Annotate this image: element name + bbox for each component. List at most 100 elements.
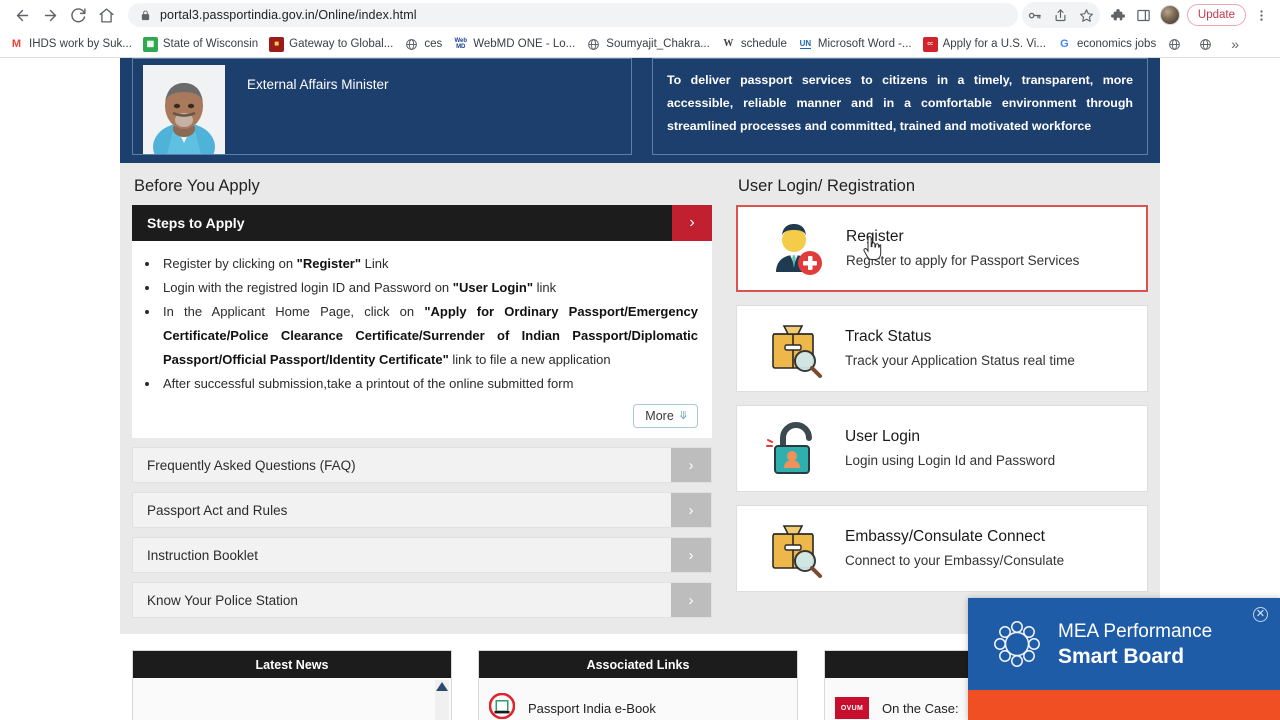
news-scrollbar[interactable] [435, 680, 449, 720]
site-lock-icon [140, 9, 151, 21]
globe-icon [586, 37, 601, 52]
browser-toolbar: portal3.passportindia.gov.in/Online/inde… [0, 0, 1280, 30]
close-circle-icon[interactable]: ✕ [1253, 607, 1268, 622]
bookmark-label: State of Wisconsin [162, 38, 259, 50]
login-card-subtitle: Login using Login Id and Password [845, 453, 1056, 468]
bookmark-item[interactable]: M IHDS work by Suk... [9, 33, 132, 55]
bookmark-item[interactable]: Web MD WebMD ONE - Lo... [453, 33, 575, 55]
minister-photo [143, 65, 225, 154]
mea-overlay-line1: MEA Performance [1058, 620, 1213, 642]
bookmark-label: schedule [740, 38, 787, 50]
package-magnifier-icon [753, 516, 839, 582]
bookmark-item[interactable]: ■ Gateway to Global... [269, 33, 393, 55]
login-card-subtitle: Connect to your Embassy/Consulate [845, 553, 1065, 568]
steps-to-apply-panel: Steps to Apply › Register by clicking on… [132, 205, 712, 438]
google-icon: G [1060, 37, 1069, 50]
bookmark-item[interactable]: Wschedule [721, 33, 787, 55]
case-study-label: On the Case: [882, 700, 959, 716]
kebab-menu-icon[interactable] [1248, 2, 1274, 28]
accordion-label: Frequently Asked Questions (FAQ) [147, 457, 356, 473]
steps-to-apply-label: Steps to Apply [147, 215, 245, 231]
bookmark-label: Apply for a U.S. Vi... [942, 38, 1046, 50]
before-you-apply-title: Before You Apply [134, 177, 260, 195]
login-card-list: Register Register to apply for Passport S… [736, 205, 1148, 592]
side-panel-icon[interactable] [1131, 2, 1157, 28]
chevron-right-icon[interactable]: › [671, 583, 711, 617]
chevron-right-icon[interactable]: › [672, 205, 712, 241]
back-button[interactable] [8, 1, 36, 29]
bookmark-item[interactable]: ▦ State of Wisconsin [142, 33, 259, 55]
profile-avatar[interactable] [1159, 5, 1180, 25]
globe-icon [404, 37, 419, 52]
share-icon[interactable] [1048, 2, 1074, 28]
accordion-row[interactable]: Frequently Asked Questions (FAQ) › [132, 447, 712, 483]
rosette-logo-icon [988, 615, 1046, 673]
bookmark-item[interactable]: Soumyajit_Chakra... [586, 33, 710, 55]
un-icon: UN [799, 38, 812, 49]
accordion-label: Know Your Police Station [147, 592, 298, 608]
bookmark-item[interactable] [1198, 33, 1218, 55]
mea-overlay-banner: MEA Performance Smart Board ✕ [968, 598, 1280, 690]
associated-links-heading: Associated Links [479, 651, 797, 678]
bookmark-item[interactable]: Geconomics jobs [1057, 33, 1156, 55]
extensions-puzzle-icon[interactable] [1105, 2, 1131, 28]
chevron-right-icon[interactable]: › [671, 448, 711, 482]
login-card-text: User Login Login using Login Id and Passw… [839, 425, 1131, 472]
accordion-row[interactable]: Passport Act and Rules › [132, 492, 712, 528]
mea-overlay-orange-strip [968, 690, 1280, 720]
steps-to-apply-header: Steps to Apply › [132, 205, 712, 241]
login-card-track-status[interactable]: Track Status Track your Application Statu… [736, 305, 1148, 392]
globe-icon [1167, 37, 1182, 52]
wikipedia-icon: W [723, 38, 734, 49]
accordion-row[interactable]: Know Your Police Station › [132, 582, 712, 618]
login-card-embassy-consulate-connect[interactable]: Embassy/Consulate Connect Connect to your… [736, 505, 1148, 592]
step-item: Login with the registred login ID and Pa… [160, 276, 698, 300]
login-card-register[interactable]: Register Register to apply for Passport S… [736, 205, 1148, 292]
address-bar[interactable]: portal3.passportindia.gov.in/Online/inde… [128, 3, 1018, 27]
chevron-right-icon[interactable]: › [671, 538, 711, 572]
home-button[interactable] [92, 1, 120, 29]
user-login-title: User Login/ Registration [738, 177, 916, 195]
bookmark-label: ces [424, 38, 443, 50]
steps-to-apply-body: Register by clicking on "Register" LinkL… [132, 241, 712, 402]
bookmark-label: economics jobs [1076, 38, 1157, 50]
scroll-up-arrow-icon[interactable] [436, 682, 448, 691]
accordion-label: Passport Act and Rules [147, 502, 288, 518]
bookmark-item[interactable]: ces [404, 33, 442, 55]
case-study-item[interactable]: OVUM On the Case: [835, 697, 959, 719]
associated-links-body: Passport India e-Book [479, 678, 797, 720]
update-button[interactable]: Update [1186, 4, 1246, 26]
reload-button[interactable] [64, 1, 92, 29]
step-item: After successful submission,take a print… [160, 372, 698, 396]
webmd-icon: Web MD [454, 38, 468, 50]
login-card-title: Register [846, 228, 904, 245]
associated-link-item[interactable]: Passport India e-Book [488, 692, 656, 720]
bookmark-label: Gateway to Global... [289, 38, 394, 50]
bookmark-item[interactable] [1167, 33, 1187, 55]
more-label: More [645, 409, 674, 423]
bookmark-star-icon[interactable] [1074, 2, 1100, 28]
mea-smart-board-overlay[interactable]: MEA Performance Smart Board ✕ [968, 598, 1280, 720]
bookmarks-overflow-icon[interactable]: » [1231, 36, 1239, 52]
bookmark-label: WebMD ONE - Lo... [473, 38, 576, 50]
bookmark-item[interactable]: cc Apply for a U.S. Vi... [922, 33, 1046, 55]
gmail-icon: M [11, 37, 22, 50]
latest-news-panel: Latest News [132, 650, 452, 720]
forward-button[interactable] [36, 1, 64, 29]
password-key-icon[interactable] [1022, 2, 1048, 28]
globe-icon [1198, 37, 1213, 52]
mea-overlay-line2: Smart Board [1058, 644, 1185, 668]
ovum-logo: OVUM [835, 697, 869, 719]
red-square-icon: ■ [269, 36, 285, 52]
bookmarks-bar: M IHDS work by Suk... ▦ State of Wisconsin ■… [0, 30, 1280, 58]
chevron-right-icon[interactable]: › [671, 493, 711, 527]
more-button[interactable]: More ⤋ [633, 404, 698, 428]
minister-title: External Affairs Minister [247, 77, 389, 92]
latest-news-heading: Latest News [133, 651, 451, 678]
site-header-band: External Affairs Minister To deliver pas… [120, 58, 1160, 163]
login-card-user-login[interactable]: User Login Login using Login Id and Passw… [736, 405, 1148, 492]
minister-panel: External Affairs Minister [132, 58, 632, 155]
accordion-row[interactable]: Instruction Booklet › [132, 537, 712, 573]
login-card-subtitle: Track your Application Status real time [845, 353, 1075, 368]
bookmark-item[interactable]: UN Microsoft Word -... [798, 33, 912, 55]
